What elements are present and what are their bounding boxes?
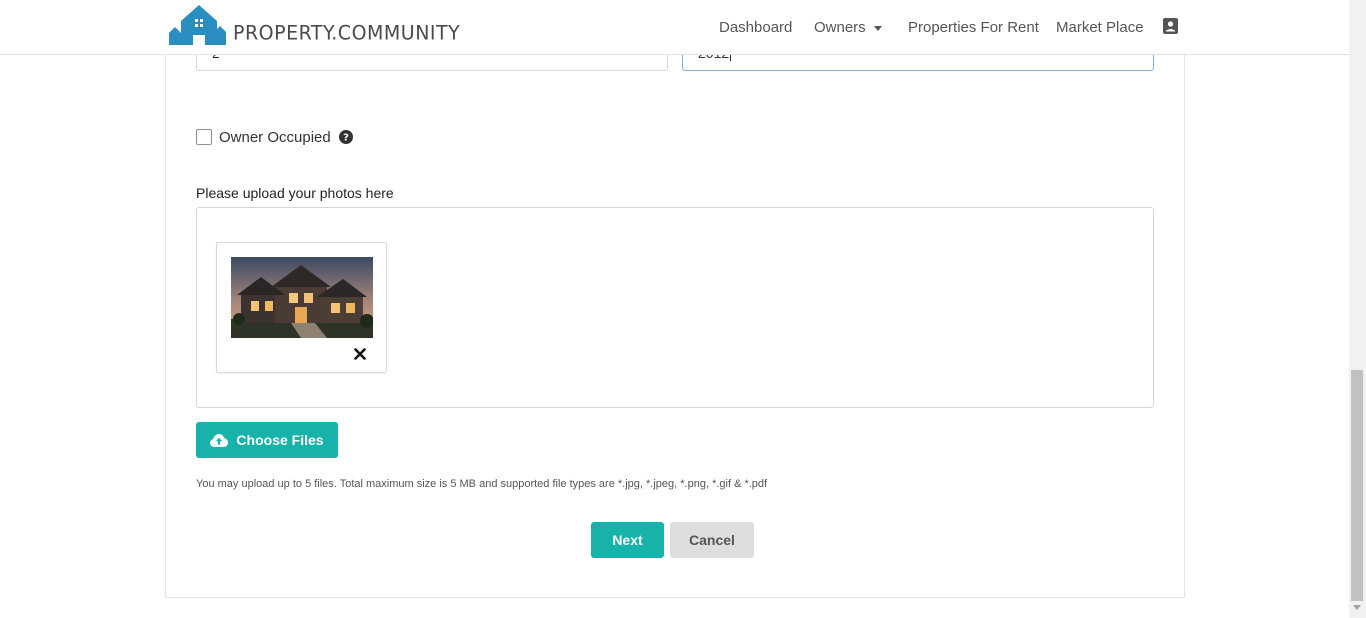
owner-occupied-row: Owner Occupied ? [196, 127, 353, 147]
choose-files-button[interactable]: Choose Files [196, 422, 338, 458]
house-logo-icon [169, 5, 226, 45]
caret-down-icon [873, 25, 882, 31]
question-circle-icon[interactable]: ? [338, 130, 353, 144]
svg-text:?: ? [343, 133, 349, 144]
choose-files-label: Choose Files [236, 432, 324, 448]
upload-photos-label: Please upload your photos here [196, 185, 394, 201]
user-card-icon[interactable] [1163, 18, 1178, 34]
nav-dashboard[interactable]: Dashboard [719, 19, 792, 36]
cloud-upload-icon [210, 433, 229, 447]
cancel-button[interactable]: Cancel [670, 522, 754, 558]
scrollbar-thumb[interactable] [1351, 370, 1363, 601]
owner-occupied-checkbox[interactable] [196, 129, 212, 145]
top-navbar: PROPERTY.COMMUNITY Dashboard Owners Prop… [0, 0, 1349, 55]
brand-logo[interactable]: PROPERTY.COMMUNITY [169, 5, 460, 45]
remove-photo-icon[interactable] [354, 348, 366, 360]
nav-owners-label: Owners [814, 19, 866, 36]
next-button[interactable]: Next [591, 522, 664, 558]
nav-market-place[interactable]: Market Place [1056, 19, 1144, 36]
brand-name: PROPERTY.COMMUNITY [233, 21, 461, 45]
nav-properties-for-rent[interactable]: Properties For Rent [908, 19, 1039, 36]
house-photo [231, 257, 373, 338]
upload-help-text: You may upload up to 5 files. Total maxi… [196, 478, 768, 490]
owner-occupied-label[interactable]: Owner Occupied [219, 129, 331, 146]
scroll-down-arrow-icon[interactable] [1353, 605, 1361, 610]
photo-thumbnail [216, 242, 387, 373]
page-scrollbar[interactable] [1349, 0, 1366, 618]
nav-owners[interactable]: Owners [814, 19, 882, 36]
